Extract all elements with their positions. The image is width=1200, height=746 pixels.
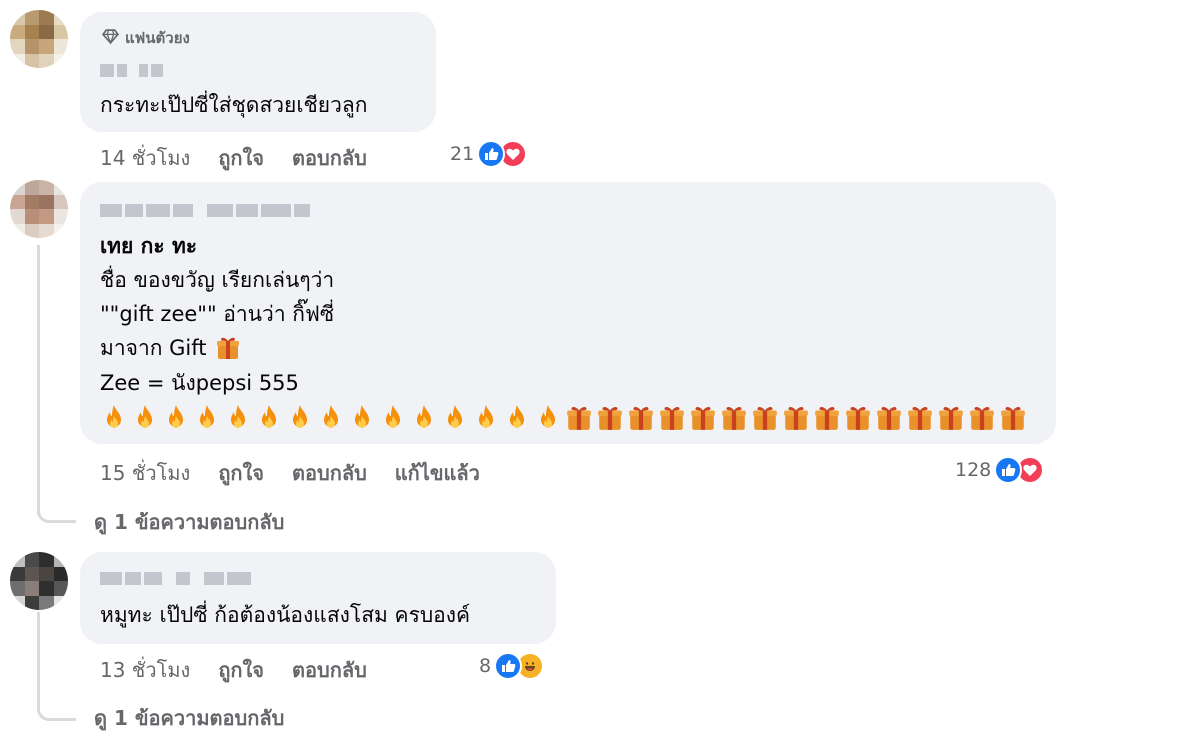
gift-emoji: [722, 406, 746, 430]
comment-text-line: มาจาก Gift: [100, 331, 241, 365]
fire-emoji: [107, 405, 121, 428]
author-name-blurred[interactable]: [100, 570, 251, 587]
timestamp[interactable]: 15 ชั่วโมง: [100, 457, 190, 489]
comment-text: Zee = นังpepsi 555: [100, 371, 299, 395]
comment-text: ชื่อ ของขวัญ เรียกเล่นๆว่า: [100, 268, 335, 292]
fire-emoji: [479, 405, 493, 428]
view-replies-link[interactable]: ดู 1 ข้อความตอบกลับ: [94, 506, 284, 538]
like-icon: [477, 140, 506, 168]
fire-emoji: [200, 405, 214, 428]
reaction-count: 21: [450, 143, 475, 165]
comment-text: กระทะเป๊ปซี่ใส่ชุดสวยเชียวลูก: [100, 93, 368, 117]
gift-emoji: [660, 406, 684, 430]
view-replies-link[interactable]: ดู 1 ข้อความตอบกลับ: [94, 702, 284, 734]
thread-connector: [37, 690, 76, 721]
fire-emoji: [138, 405, 152, 428]
fire-emoji: [262, 405, 276, 428]
badge-label: แฟนตัวยง: [125, 29, 190, 47]
timestamp[interactable]: 14 ชั่วโมง: [100, 142, 190, 174]
reaction-summary[interactable]: 21: [450, 140, 528, 168]
fan-badge: แฟนตัวยง: [101, 26, 190, 50]
emoji-row: [100, 403, 1027, 433]
reaction-summary[interactable]: 128: [955, 456, 1045, 484]
gift-emoji: [567, 406, 591, 430]
reaction-count: 8: [479, 655, 492, 677]
comment-text: เทย กะ ทะ: [100, 234, 198, 258]
reaction-count: 128: [955, 459, 992, 481]
diamond-icon: [101, 28, 120, 49]
comment-text: ""gift zee"" อ่านว่า กิ๊ฟซี่: [100, 302, 335, 326]
like-button[interactable]: ถูกใจ: [218, 142, 264, 174]
gift-emoji: [877, 406, 901, 430]
fire-emoji: [417, 405, 431, 428]
comment-text: หมูทะ เป๊ปซี่ ก้อต้องน้องแสงโสม ครบองค์: [100, 603, 471, 627]
fire-emoji: [541, 405, 555, 428]
fire-emoji: [448, 405, 462, 428]
fire-emoji: [231, 405, 245, 428]
gift-emoji: [846, 406, 870, 430]
reaction-summary[interactable]: 8: [479, 652, 545, 680]
avatar[interactable]: [10, 180, 68, 238]
gift-icon: [216, 337, 239, 359]
author-name-blurred[interactable]: [100, 62, 163, 79]
edited-label[interactable]: แก้ไขแล้ว: [395, 457, 480, 489]
gift-emoji: [815, 406, 839, 430]
fire-emoji: [386, 405, 400, 428]
reply-button[interactable]: ตอบกลับ: [292, 142, 367, 174]
comment-actions: 14 ชั่วโมง ถูกใจ ตอบกลับ: [100, 142, 367, 174]
comment-actions: 13 ชั่วโมง ถูกใจ ตอบกลับ: [100, 654, 367, 686]
thread-line: [37, 245, 40, 515]
like-icon: [494, 652, 523, 680]
like-button[interactable]: ถูกใจ: [218, 654, 264, 686]
comment-actions: 15 ชั่วโมง ถูกใจ ตอบกลับ แก้ไขแล้ว: [100, 457, 480, 489]
thread-connector: [37, 488, 76, 523]
gift-emoji: [970, 406, 994, 430]
gift-emoji: [629, 406, 653, 430]
like-icon: [994, 456, 1023, 484]
fire-emoji: [324, 405, 338, 428]
fire-emoji: [510, 405, 524, 428]
comment-text: มาจาก Gift: [100, 336, 207, 360]
gift-emoji: [753, 406, 777, 430]
fire-emoji: [169, 405, 183, 428]
gift-emoji: [691, 406, 715, 430]
reply-button[interactable]: ตอบกลับ: [292, 457, 367, 489]
gift-emoji: [939, 406, 963, 430]
fire-emoji: [293, 405, 307, 428]
gift-emoji: [784, 406, 808, 430]
gift-emoji: [1001, 406, 1025, 430]
avatar[interactable]: [10, 552, 68, 610]
gift-emoji: [598, 406, 622, 430]
avatar[interactable]: [10, 10, 68, 68]
reply-button[interactable]: ตอบกลับ: [292, 654, 367, 686]
like-button[interactable]: ถูกใจ: [218, 457, 264, 489]
author-name-blurred[interactable]: [100, 202, 310, 219]
timestamp[interactable]: 13 ชั่วโมง: [100, 654, 190, 686]
gift-emoji: [908, 406, 932, 430]
fire-emoji: [355, 405, 369, 428]
